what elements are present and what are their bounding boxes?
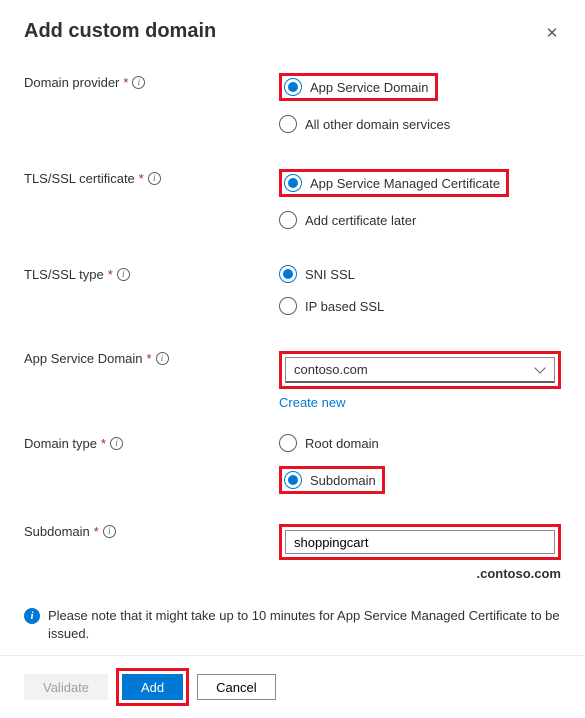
highlight-box: contoso.com bbox=[279, 351, 561, 389]
info-icon[interactable]: i bbox=[110, 437, 123, 450]
radio-icon bbox=[279, 265, 297, 283]
validate-button[interactable]: Validate bbox=[24, 674, 108, 700]
radio-icon bbox=[279, 434, 297, 452]
required-indicator: * bbox=[108, 267, 113, 282]
chevron-down-icon bbox=[534, 364, 546, 376]
info-icon[interactable]: i bbox=[156, 352, 169, 365]
radio-label: IP based SSL bbox=[305, 299, 384, 314]
radio-label: Add certificate later bbox=[305, 213, 416, 228]
radio-label: Subdomain bbox=[310, 473, 376, 488]
cancel-button[interactable]: Cancel bbox=[197, 674, 275, 700]
radio-ip-based-ssl[interactable]: IP based SSL bbox=[279, 297, 561, 315]
highlight-box: App Service Domain bbox=[279, 73, 438, 101]
radio-label: App Service Managed Certificate bbox=[310, 176, 500, 191]
panel-title: Add custom domain bbox=[24, 20, 216, 43]
required-indicator: * bbox=[101, 436, 106, 451]
radio-icon bbox=[279, 297, 297, 315]
radio-root-domain[interactable]: Root domain bbox=[279, 434, 561, 452]
subdomain-suffix: .contoso.com bbox=[279, 566, 561, 581]
required-indicator: * bbox=[123, 75, 128, 90]
radio-label: App Service Domain bbox=[310, 80, 429, 95]
radio-icon bbox=[284, 78, 302, 96]
required-indicator: * bbox=[139, 171, 144, 186]
radio-label: SNI SSL bbox=[305, 267, 355, 282]
dropdown-value: contoso.com bbox=[294, 362, 368, 377]
radio-all-other-domain-services[interactable]: All other domain services bbox=[279, 115, 561, 133]
info-icon[interactable]: i bbox=[117, 268, 130, 281]
radio-icon bbox=[284, 471, 302, 489]
highlight-box: Add bbox=[116, 668, 189, 706]
highlight-box: Subdomain bbox=[279, 466, 385, 494]
app-service-domain-label: App Service Domain bbox=[24, 351, 143, 366]
subdomain-label: Subdomain bbox=[24, 524, 90, 539]
radio-label: Root domain bbox=[305, 436, 379, 451]
info-message: Please note that it might take up to 10 … bbox=[48, 607, 561, 643]
close-icon[interactable]: ✕ bbox=[543, 24, 561, 42]
domain-provider-label: Domain provider bbox=[24, 75, 119, 90]
info-icon[interactable]: i bbox=[132, 76, 145, 89]
tls-certificate-label: TLS/SSL certificate bbox=[24, 171, 135, 186]
radio-icon bbox=[279, 211, 297, 229]
radio-icon bbox=[279, 115, 297, 133]
highlight-box bbox=[279, 524, 561, 560]
tls-type-label: TLS/SSL type bbox=[24, 267, 104, 282]
highlight-box: App Service Managed Certificate bbox=[279, 169, 509, 197]
required-indicator: * bbox=[94, 524, 99, 539]
create-new-link[interactable]: Create new bbox=[279, 395, 345, 410]
radio-label: All other domain services bbox=[305, 117, 450, 132]
domain-type-label: Domain type bbox=[24, 436, 97, 451]
info-icon: i bbox=[24, 608, 40, 624]
radio-app-service-domain[interactable]: App Service Domain bbox=[284, 78, 429, 96]
add-button[interactable]: Add bbox=[122, 674, 183, 700]
required-indicator: * bbox=[147, 351, 152, 366]
info-icon[interactable]: i bbox=[148, 172, 161, 185]
radio-sni-ssl[interactable]: SNI SSL bbox=[279, 265, 561, 283]
info-icon[interactable]: i bbox=[103, 525, 116, 538]
app-service-domain-dropdown[interactable]: contoso.com bbox=[285, 357, 555, 383]
radio-add-certificate-later[interactable]: Add certificate later bbox=[279, 211, 561, 229]
radio-app-service-managed-cert[interactable]: App Service Managed Certificate bbox=[284, 174, 500, 192]
subdomain-input[interactable] bbox=[285, 530, 555, 554]
radio-icon bbox=[284, 174, 302, 192]
radio-subdomain[interactable]: Subdomain bbox=[284, 471, 376, 489]
